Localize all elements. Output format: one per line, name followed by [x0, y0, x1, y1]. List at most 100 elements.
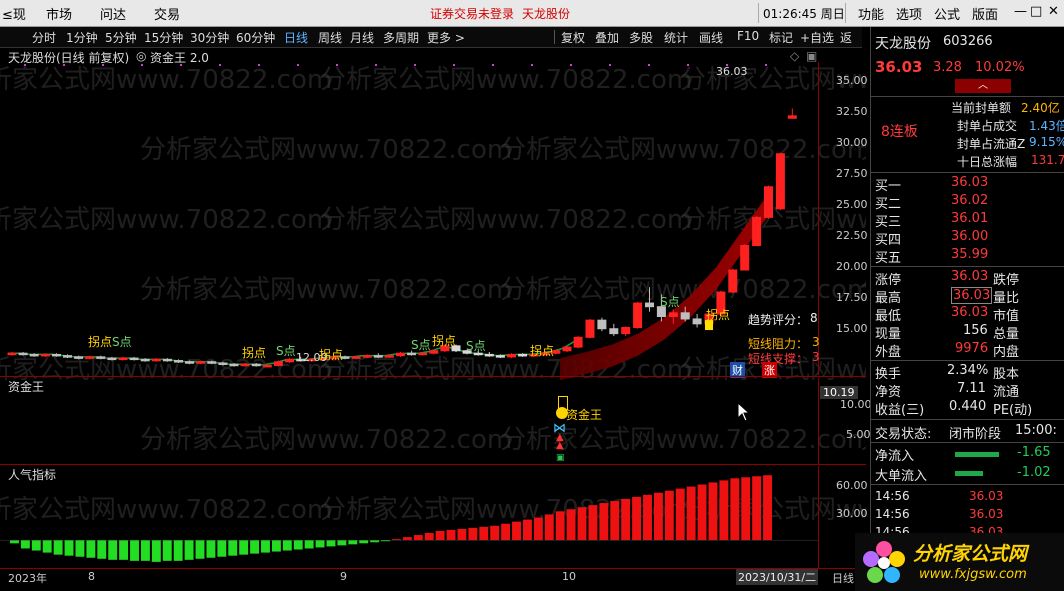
- indicator-toggle-icon[interactable]: ◎: [136, 49, 146, 63]
- popularity-bar: [370, 540, 380, 543]
- flow-value: -1.02: [1017, 465, 1051, 480]
- action-overlay[interactable]: 叠加: [595, 29, 619, 46]
- seal-value: 131.70: [1031, 153, 1064, 167]
- date-cursor-box: 2023/10/31/二: [736, 569, 819, 585]
- action-restore-rights[interactable]: 复权: [561, 29, 585, 46]
- bid-price: 35.99: [951, 247, 989, 262]
- seal-label: 十日总涨幅: [957, 155, 1018, 169]
- tab-period[interactable]: 月线: [350, 29, 374, 46]
- s-point-marker: S点: [466, 339, 486, 353]
- action-mark[interactable]: 标记: [769, 29, 793, 46]
- watermark-text: 分析家公式网www.70822.com: [320, 355, 692, 385]
- action-multi-stock[interactable]: 多股: [629, 29, 653, 46]
- expand-chevron-icon[interactable]: ︿: [955, 79, 1011, 93]
- watermark-text: 分析家公式网www.70822.com: [0, 65, 332, 95]
- main-indicator-name[interactable]: 资金王 2.0: [150, 49, 209, 66]
- support-label: 短线支撑：: [748, 352, 809, 366]
- bid-price: 36.02: [951, 193, 989, 208]
- popularity-bar: [64, 540, 74, 556]
- stat-label: 外盘: [875, 345, 902, 360]
- menu-item-quote[interactable]: ≤现: [2, 4, 26, 23]
- tab-period[interactable]: 15分钟: [144, 29, 183, 46]
- popularity-bar: [522, 519, 532, 541]
- tab-period[interactable]: 30分钟: [190, 29, 229, 46]
- support-value: 3: [812, 350, 820, 364]
- popularity-bar: [577, 507, 587, 541]
- tab-period[interactable]: 60分钟: [236, 29, 275, 46]
- popularity-bar: [555, 511, 565, 541]
- maximize-icon[interactable]: □: [1030, 4, 1042, 19]
- menu-item-trade[interactable]: 交易: [154, 4, 180, 23]
- stat-label: 内盘: [993, 345, 1020, 360]
- popularity-bar: [119, 540, 129, 560]
- trade-state-label: 交易状态:: [875, 427, 932, 442]
- popularity-bar: [479, 526, 489, 541]
- tab-more[interactable]: 更多 >: [427, 29, 465, 46]
- bid-label: 买四: [875, 233, 902, 248]
- candle-body: [507, 353, 516, 358]
- popularity-bar: [664, 490, 674, 541]
- x-tick: 10: [562, 570, 576, 583]
- tab-period[interactable]: 多周期: [383, 29, 419, 46]
- period-toolbar: 分时 1分钟 5分钟 15分钟 30分钟 60分钟 日线 周线 月线 多周期 更…: [0, 27, 862, 62]
- tab-period[interactable]: 1分钟: [66, 29, 98, 46]
- popularity-bar: [239, 540, 249, 555]
- seal-value: 2.40亿: [1021, 101, 1060, 115]
- menu-item-market[interactable]: 市场: [46, 4, 72, 23]
- menu-item-layout[interactable]: 版面: [972, 4, 998, 23]
- diamond-icon[interactable]: ◇: [790, 49, 799, 63]
- popularity-bar: [10, 540, 19, 544]
- y-tick: 22.50: [836, 229, 868, 242]
- tab-period-daily[interactable]: 日线: [284, 29, 308, 46]
- y-tick: 10.00: [840, 398, 872, 411]
- candle-body: [51, 353, 61, 357]
- up-arrow-icon: ▲ ▲: [556, 432, 564, 451]
- close-icon[interactable]: ✕: [1048, 4, 1059, 19]
- stat-label: 净资: [875, 385, 902, 400]
- stat-label: 流通: [993, 385, 1020, 400]
- popularity-bar: [195, 540, 205, 559]
- candle-body: [609, 328, 619, 335]
- popularity-bar: [337, 540, 347, 546]
- s-point-marker: S点: [276, 344, 296, 358]
- kline-chart[interactable]: 分析家公式网www.70822.com 分析家公式网www.70822.com 分析…: [0, 48, 1064, 588]
- tab-period[interactable]: 周线: [318, 29, 342, 46]
- price-change-pct: 10.02%: [975, 60, 1025, 75]
- popularity-bar: [217, 540, 227, 557]
- popularity-bar: [173, 540, 183, 561]
- candle-body: [518, 353, 528, 357]
- login-warning[interactable]: 证券交易未登录: [430, 5, 514, 22]
- s-point-marker: S点: [112, 335, 132, 349]
- popularity-bar: [140, 540, 150, 561]
- y-tick: 5.00: [846, 428, 871, 441]
- candle-body: [764, 186, 773, 218]
- stat-value: 7.11: [957, 381, 986, 396]
- watermark-text: 分析家公式网www.70822.com: [0, 495, 332, 525]
- action-f10[interactable]: F10: [737, 29, 759, 43]
- bid-price: 36.03: [951, 175, 989, 190]
- menu-item-function[interactable]: 功能: [858, 4, 884, 23]
- action-stats[interactable]: 统计: [664, 29, 688, 46]
- menu-item-options[interactable]: 选项: [896, 4, 922, 23]
- quote-panel: 天龙股份 603266 36.03 3.28 10.02% ︿ 8连板 当前封单…: [855, 27, 1064, 591]
- flow-label: 大单流入: [875, 469, 928, 484]
- candle-body: [495, 355, 505, 358]
- action-draw[interactable]: 画线: [699, 29, 723, 46]
- popularity-bar: [97, 540, 107, 559]
- y-axis-line: [818, 466, 819, 568]
- popularity-bar: [271, 540, 281, 552]
- tab-period[interactable]: 5分钟: [105, 29, 137, 46]
- stock-link[interactable]: 天龙股份: [522, 5, 570, 22]
- tab-period[interactable]: 分时: [32, 29, 56, 46]
- candle-body: [207, 361, 217, 364]
- minimize-icon[interactable]: —: [1014, 4, 1027, 19]
- action-add-watchlist[interactable]: +自选: [800, 29, 834, 46]
- candle-body: [285, 358, 294, 363]
- panel-close-icon[interactable]: ▣: [806, 49, 817, 63]
- stat-label: 市值: [993, 309, 1020, 324]
- stat-label: 现量: [875, 327, 902, 342]
- menu-item-formula[interactable]: 公式: [934, 4, 960, 23]
- candle-body: [384, 355, 394, 358]
- menu-item-wenda[interactable]: 问达: [100, 4, 126, 23]
- stat-label: 收益(三): [875, 403, 925, 418]
